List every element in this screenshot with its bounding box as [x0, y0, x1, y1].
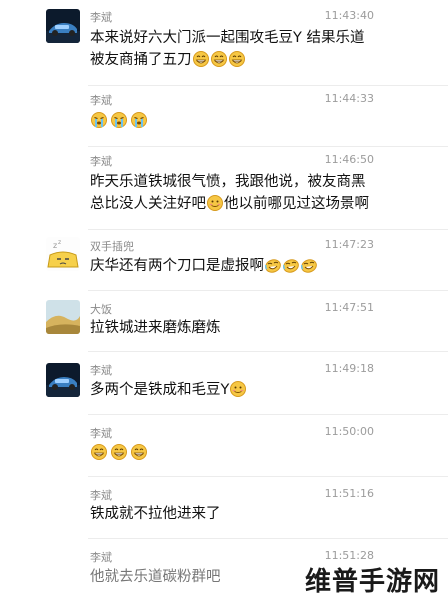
site-watermark: 维普手游网 — [304, 567, 440, 597]
avatar-car[interactable] — [46, 363, 80, 397]
message-line-with-emoji: 总比没人关注好吧 他以前哪见过这场景啊 — [90, 195, 369, 212]
emoji-row[interactable] — [90, 444, 148, 460]
message-7: 李斌 11:50:00 — [0, 415, 448, 475]
grin-emoji-icon — [111, 444, 127, 460]
crying-emoji-icon — [131, 112, 147, 128]
message-4: z z 双手插兜 11:47:23 庆华还有两个刀口是虚报啊 — [0, 230, 448, 290]
message-3: 李斌 11:46:50 昨天乐道铁城很气愤，我跟他说，被友商黑 总比没人关注好吧… — [0, 147, 448, 229]
tears-of-joy-emoji-icon — [283, 257, 299, 273]
message-time: 11:47:51 — [324, 301, 374, 314]
avatar-landscape[interactable] — [46, 300, 80, 334]
sender-name: 双手插兜 — [90, 240, 134, 253]
sender-name: 李斌 — [90, 551, 112, 564]
grin-emoji-icon — [210, 51, 227, 67]
tears-of-joy-emoji-icon — [265, 257, 281, 273]
message-8: 李斌 11:51:16 铁成就不拉他进来了 — [0, 477, 448, 537]
message-time: 11:47:23 — [324, 238, 374, 251]
message-time: 11:50:00 — [324, 425, 374, 438]
svg-text:z: z — [53, 241, 57, 250]
sender-name: 李斌 — [90, 155, 112, 168]
sender-name: 李斌 — [90, 94, 112, 107]
message-time: 11:43:40 — [324, 9, 374, 22]
grin-emoji-icon — [131, 444, 147, 460]
message-text[interactable]: 铁成就不拉他进来了 — [90, 503, 221, 525]
avatar-car[interactable] — [46, 9, 80, 43]
grin-emoji-icon — [228, 51, 245, 67]
crying-emoji-icon — [111, 112, 127, 128]
message-2: 李斌 11:44:33 — [0, 86, 448, 146]
svg-text:z: z — [58, 239, 61, 246]
awkward-emoji-icon — [230, 381, 247, 397]
message-6: 李斌 11:49:18 多两个是铁成和毛豆Y — [0, 352, 448, 414]
grin-emoji-icon — [192, 51, 209, 67]
message-line: 多两个是铁成和毛豆Y — [90, 382, 230, 398]
message-line: 本来说好六大门派一起围攻毛豆Y 结果乐道 — [90, 30, 365, 46]
crying-emoji-icon — [91, 112, 107, 128]
sender-name: 李斌 — [90, 427, 112, 440]
sender-name: 李斌 — [90, 489, 112, 502]
message-line: 庆华还有两个刀口是虚报啊 — [90, 258, 264, 274]
message-time: 11:49:18 — [324, 362, 374, 375]
grin-emoji-icon — [91, 444, 107, 460]
emoji-row[interactable] — [90, 112, 148, 128]
awkward-emoji-icon — [207, 195, 223, 211]
message-text[interactable]: 拉铁城进来磨炼磨炼 — [90, 317, 221, 339]
sender-name: 大饭 — [90, 303, 112, 316]
message-time: 11:51:16 — [324, 487, 374, 500]
message-text[interactable]: 他就去乐道碳粉群吧 — [90, 566, 221, 588]
message-line-with-emoji: 被友商捅了五刀 — [90, 49, 364, 71]
message-text[interactable]: 多两个是铁成和毛豆Y — [90, 379, 247, 401]
message-text[interactable]: 昨天乐道铁城很气愤，我跟他说，被友商黑 总比没人关注好吧 他以前哪见过这场景啊 — [90, 171, 369, 215]
message-text[interactable]: 庆华还有两个刀口是虚报啊 — [90, 255, 318, 277]
avatar-cartoon[interactable]: z z — [46, 237, 80, 271]
message-text[interactable]: 本来说好六大门派一起围攻毛豆Y 结果乐道 被友商捅了五刀 — [90, 27, 364, 71]
message-time: 11:44:33 — [324, 92, 374, 105]
message-5: 大饭 11:47:51 拉铁城进来磨炼磨炼 — [0, 291, 448, 351]
message-line: 昨天乐道铁城很气愤，我跟他说，被友商黑 — [90, 174, 366, 190]
sender-name: 李斌 — [90, 11, 112, 24]
message-time: 11:46:50 — [324, 153, 374, 166]
message-1: 李斌 11:43:40 本来说好六大门派一起围攻毛豆Y 结果乐道 被友商捅了五刀 — [0, 0, 448, 78]
sender-name: 李斌 — [90, 364, 112, 377]
tears-of-joy-emoji-icon — [301, 257, 317, 273]
